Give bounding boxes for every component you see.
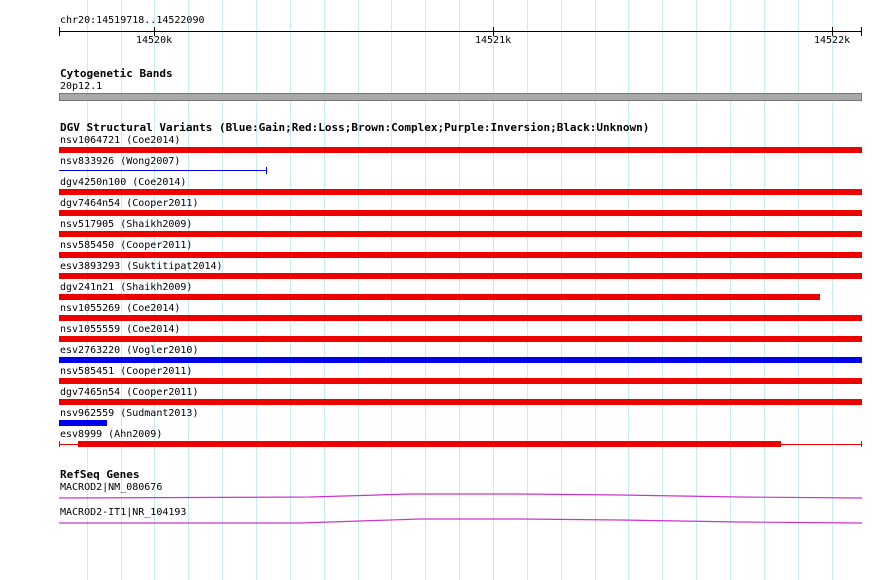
- dgv-variant-bar[interactable]: [59, 273, 862, 279]
- grid-line: [662, 0, 663, 580]
- dgv-variant-label: nsv1064721 (Coe2014): [60, 135, 181, 146]
- dgv-variant-bar[interactable]: [59, 189, 862, 195]
- grid-line: [595, 0, 596, 580]
- grid-line: [527, 0, 528, 580]
- dgv-variant-label: dgv241n21 (Shaikh2009): [60, 282, 193, 293]
- grid-line: [256, 0, 257, 580]
- gene-label-macrod2-it1: MACROD2-IT1|NR_104193: [60, 507, 187, 518]
- dgv-variant-bar[interactable]: [59, 231, 862, 237]
- region-label: chr20:14519718..14522090: [60, 15, 205, 26]
- grid-line: [730, 0, 731, 580]
- dgv-variant-label: nsv585451 (Cooper2011): [60, 366, 193, 377]
- dgv-variant-label: nsv833926 (Wong2007): [60, 156, 181, 167]
- grid-line: [832, 0, 833, 580]
- grid-line: [391, 0, 392, 580]
- grid-line: [290, 0, 291, 580]
- dgv-variant-label: esv2763220 (Vogler2010): [60, 345, 199, 356]
- dgv-variant-bar[interactable]: [59, 294, 820, 300]
- dgv-variant-label: esv8999 (Ahn2009): [60, 429, 163, 440]
- grid-line: [324, 0, 325, 580]
- cytoband-track-title: Cytogenetic Bands: [60, 67, 173, 80]
- refseq-track-title: RefSeq Genes: [60, 468, 140, 481]
- grid-line: [222, 0, 223, 580]
- dgv-variant-end-cap: [59, 441, 60, 447]
- grid-line: [798, 0, 799, 580]
- dgv-variant-label: dgv7464n54 (Cooper2011): [60, 198, 199, 209]
- dgv-variant-label: nsv1055559 (Coe2014): [60, 324, 181, 335]
- dgv-variant-bar[interactable]: [59, 210, 862, 216]
- dgv-variant-bar[interactable]: [59, 357, 862, 363]
- gene-model-macrod2-it1[interactable]: [59, 518, 863, 524]
- grid-line: [764, 0, 765, 580]
- grid-line: [628, 0, 629, 580]
- grid-line: [459, 0, 460, 580]
- grid-line: [358, 0, 359, 580]
- gene-model-macrod2[interactable]: [58, 493, 863, 499]
- dgv-variant-end-cap: [266, 167, 267, 174]
- gene-label-macrod2: MACROD2|NM_080676: [60, 482, 163, 493]
- dgv-variant-bar[interactable]: [59, 252, 862, 258]
- dgv-variant-bar[interactable]: [59, 336, 862, 342]
- cytoband-bar[interactable]: [59, 93, 862, 101]
- grid-line: [561, 0, 562, 580]
- ruler-tick-label: 14520k: [136, 35, 173, 46]
- dgv-variant-line[interactable]: [59, 170, 266, 171]
- dgv-variant-bar[interactable]: [59, 378, 862, 384]
- dgv-variant-label: dgv4250n100 (Coe2014): [60, 177, 187, 188]
- dgv-variant-bar[interactable]: [59, 315, 862, 321]
- dgv-variant-bar[interactable]: [59, 399, 862, 405]
- dgv-variant-bar[interactable]: [78, 441, 781, 447]
- dgv-variant-label: nsv517905 (Shaikh2009): [60, 219, 193, 230]
- dgv-variant-bar[interactable]: [59, 147, 862, 153]
- dgv-variant-label: nsv585450 (Cooper2011): [60, 240, 193, 251]
- ruler-right-end: [861, 27, 862, 36]
- dgv-variant-label: nsv962559 (Sudmant2013): [60, 408, 199, 419]
- ruler-tick-label: 14521k: [475, 35, 512, 46]
- dgv-variant-end-cap: [861, 441, 862, 447]
- grid-line: [696, 0, 697, 580]
- grid-line: [493, 0, 494, 580]
- dgv-variant-label: nsv1055269 (Coe2014): [60, 303, 181, 314]
- genome-browser-view: chr20:14519718..14522090 14520k 14521k 145…: [0, 0, 890, 580]
- ruler-left-end: [59, 27, 60, 36]
- dgv-variant-label: dgv7465n54 (Cooper2011): [60, 387, 199, 398]
- cytoband-label: 20p12.1: [60, 81, 103, 92]
- ruler-tick-label: 14522k: [814, 35, 851, 46]
- dgv-track-title: DGV Structural Variants (Blue:Gain;Red:L…: [60, 121, 650, 134]
- ruler-axis: [59, 31, 862, 32]
- grid-line: [425, 0, 426, 580]
- dgv-variant-label: esv3893293 (Suktitipat2014): [60, 261, 223, 272]
- dgv-variant-bar[interactable]: [59, 420, 107, 426]
